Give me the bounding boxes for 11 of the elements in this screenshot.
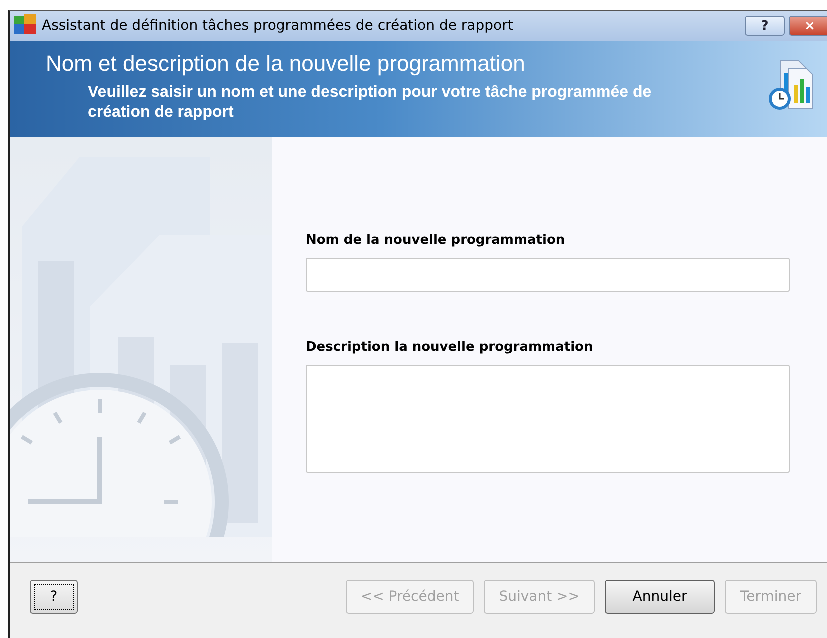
header-title: Nom et description de la nouvelle programmation: [46, 51, 526, 77]
name-input-field[interactable]: [306, 258, 790, 292]
description-input-field[interactable]: [306, 365, 790, 473]
header-subtitle: Veuillez saisir un nom et une description pour votre tâche programmée de création de rapport: [88, 83, 653, 123]
window-title: Assistant de définition tâches programmées de création de rapport: [42, 18, 514, 34]
field-label: Description la nouvelle programmation: [306, 340, 594, 355]
field-label: Nom de la nouvelle programmation: [306, 233, 566, 248]
help-button[interactable]: ?: [30, 580, 78, 614]
close-button[interactable]: ×: [789, 16, 827, 36]
help-button[interactable]: ?: [745, 16, 785, 36]
wizard-button[interactable]: Annuler: [605, 580, 715, 614]
